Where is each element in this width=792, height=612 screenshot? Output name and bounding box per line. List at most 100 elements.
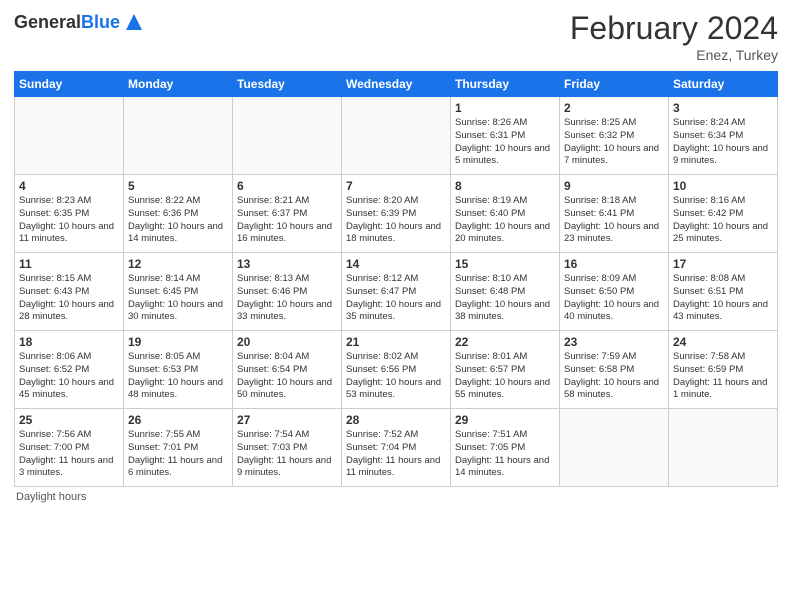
day-info: Sunrise: 8:05 AMSunset: 6:53 PMDaylight:… [128,351,228,402]
day-info: Sunrise: 8:25 AMSunset: 6:32 PMDaylight:… [564,117,664,168]
day-info: Sunrise: 7:59 AMSunset: 6:58 PMDaylight:… [564,351,664,402]
table-row: 4 Sunrise: 8:23 AMSunset: 6:35 PMDaylight… [15,175,124,253]
logo: GeneralBlue [14,10,146,34]
table-row: 12 Sunrise: 8:14 AMSunset: 6:45 PMDayligh… [124,253,233,331]
day-info: Sunrise: 7:51 AMSunset: 7:05 PMDaylight:… [455,429,555,480]
table-row: 17 Sunrise: 8:08 AMSunset: 6:51 PMDayligh… [669,253,778,331]
table-row: 3Sunrise: 8:24 AMSunset: 6:34 PMDaylight… [669,97,778,175]
calendar-week-row: 18 Sunrise: 8:06 AMSunset: 6:52 PMDayligh… [15,331,778,409]
day-number: 14 [346,257,446,271]
table-row [342,97,451,175]
day-number: 18 [19,335,119,349]
day-number: 7 [346,179,446,193]
day-info: Sunrise: 8:04 AMSunset: 6:54 PMDaylight:… [237,351,337,402]
day-info: Sunrise: 8:16 AMSunset: 6:42 PMDaylight:… [673,195,773,246]
col-wednesday: Wednesday [342,72,451,97]
table-row [124,97,233,175]
calendar-week-row: 11 Sunrise: 8:15 AMSunset: 6:43 PMDayligh… [15,253,778,331]
table-row: 18 Sunrise: 8:06 AMSunset: 6:52 PMDayligh… [15,331,124,409]
table-row: 8 Sunrise: 8:19 AMSunset: 6:40 PMDaylight… [451,175,560,253]
table-row: 6 Sunrise: 8:21 AMSunset: 6:37 PMDaylight… [233,175,342,253]
calendar-container: GeneralBlue February 2024 Enez, Turkey S… [0,0,792,513]
day-info: Sunrise: 8:23 AMSunset: 6:35 PMDaylight:… [19,195,119,246]
day-info: Sunrise: 8:01 AMSunset: 6:57 PMDaylight:… [455,351,555,402]
day-number: 2 [564,101,664,115]
day-info: Sunrise: 8:08 AMSunset: 6:51 PMDaylight:… [673,273,773,324]
table-row: 22 Sunrise: 8:01 AMSunset: 6:57 PMDayligh… [451,331,560,409]
day-number: 11 [19,257,119,271]
day-number: 28 [346,413,446,427]
day-info: Sunrise: 8:26 AMSunset: 6:31 PMDaylight:… [455,117,555,168]
table-row: 24 Sunrise: 7:58 AMSunset: 6:59 PMDayligh… [669,331,778,409]
table-row: 14 Sunrise: 8:12 AMSunset: 6:47 PMDayligh… [342,253,451,331]
day-number: 27 [237,413,337,427]
day-info: Sunrise: 8:13 AMSunset: 6:46 PMDaylight:… [237,273,337,324]
day-info: Sunrise: 8:06 AMSunset: 6:52 PMDaylight:… [19,351,119,402]
calendar-location: Enez, Turkey [570,47,778,63]
day-info: Sunrise: 8:18 AMSunset: 6:41 PMDaylight:… [564,195,664,246]
day-number: 1 [455,101,555,115]
day-info: Sunrise: 7:56 AMSunset: 7:00 PMDaylight:… [19,429,119,480]
col-friday: Friday [560,72,669,97]
calendar-week-row: 25 Sunrise: 7:56 AMSunset: 7:00 PMDayligh… [15,409,778,487]
table-row: 13 Sunrise: 8:13 AMSunset: 6:46 PMDayligh… [233,253,342,331]
logo-icon [122,10,146,34]
day-info: Sunrise: 8:14 AMSunset: 6:45 PMDaylight:… [128,273,228,324]
day-info: Sunrise: 8:10 AMSunset: 6:48 PMDaylight:… [455,273,555,324]
table-row: 2 Sunrise: 8:25 AMSunset: 6:32 PMDaylight… [560,97,669,175]
table-row: 25 Sunrise: 7:56 AMSunset: 7:00 PMDayligh… [15,409,124,487]
table-row: 11 Sunrise: 8:15 AMSunset: 6:43 PMDayligh… [15,253,124,331]
table-row: 27 Sunrise: 7:54 AMSunset: 7:03 PMDayligh… [233,409,342,487]
day-number: 3 [673,101,773,115]
day-info: Sunrise: 8:21 AMSunset: 6:37 PMDaylight:… [237,195,337,246]
day-number: 6 [237,179,337,193]
table-row: 1 Sunrise: 8:26 AMSunset: 6:31 PMDaylight… [451,97,560,175]
footer-note: Daylight hours [14,491,778,503]
day-info: Sunrise: 7:58 AMSunset: 6:59 PMDaylight:… [673,351,773,402]
day-number: 16 [564,257,664,271]
table-row: 9 Sunrise: 8:18 AMSunset: 6:41 PMDaylight… [560,175,669,253]
day-number: 15 [455,257,555,271]
day-number: 24 [673,335,773,349]
day-number: 10 [673,179,773,193]
calendar-header-row: Sunday Monday Tuesday Wednesday Thursday… [15,72,778,97]
table-row [15,97,124,175]
table-row: 15 Sunrise: 8:10 AMSunset: 6:48 PMDayligh… [451,253,560,331]
table-row [560,409,669,487]
day-number: 29 [455,413,555,427]
day-number: 21 [346,335,446,349]
day-info: Sunrise: 8:09 AMSunset: 6:50 PMDaylight:… [564,273,664,324]
title-block: February 2024 Enez, Turkey [570,10,778,63]
day-number: 9 [564,179,664,193]
day-number: 22 [455,335,555,349]
day-number: 8 [455,179,555,193]
day-info: Sunrise: 8:22 AMSunset: 6:36 PMDaylight:… [128,195,228,246]
table-row: 28 Sunrise: 7:52 AMSunset: 7:04 PMDayligh… [342,409,451,487]
day-info: Sunrise: 8:15 AMSunset: 6:43 PMDaylight:… [19,273,119,324]
day-info: Sunrise: 8:12 AMSunset: 6:47 PMDaylight:… [346,273,446,324]
day-number: 12 [128,257,228,271]
col-monday: Monday [124,72,233,97]
day-info: Sunrise: 8:19 AMSunset: 6:40 PMDaylight:… [455,195,555,246]
table-row: 29 Sunrise: 7:51 AMSunset: 7:05 PMDayligh… [451,409,560,487]
calendar-title: February 2024 [570,10,778,47]
table-row: 26Sunrise: 7:55 AMSunset: 7:01 PMDayligh… [124,409,233,487]
day-info: Sunrise: 8:20 AMSunset: 6:39 PMDaylight:… [346,195,446,246]
calendar-table: Sunday Monday Tuesday Wednesday Thursday… [14,71,778,487]
day-number: 5 [128,179,228,193]
col-sunday: Sunday [15,72,124,97]
header: GeneralBlue February 2024 Enez, Turkey [14,10,778,63]
day-number: 19 [128,335,228,349]
logo-general: GeneralBlue [14,12,120,33]
table-row: 5 Sunrise: 8:22 AMSunset: 6:36 PMDaylight… [124,175,233,253]
table-row: 16 Sunrise: 8:09 AMSunset: 6:50 PMDayligh… [560,253,669,331]
day-info: Sunrise: 7:54 AMSunset: 7:03 PMDaylight:… [237,429,337,480]
day-number: 20 [237,335,337,349]
day-number: 4 [19,179,119,193]
day-number: 25 [19,413,119,427]
day-number: 13 [237,257,337,271]
day-info: Sunrise: 7:52 AMSunset: 7:04 PMDaylight:… [346,429,446,480]
day-number: 17 [673,257,773,271]
table-row [233,97,342,175]
day-info: Sunrise: 8:02 AMSunset: 6:56 PMDaylight:… [346,351,446,402]
